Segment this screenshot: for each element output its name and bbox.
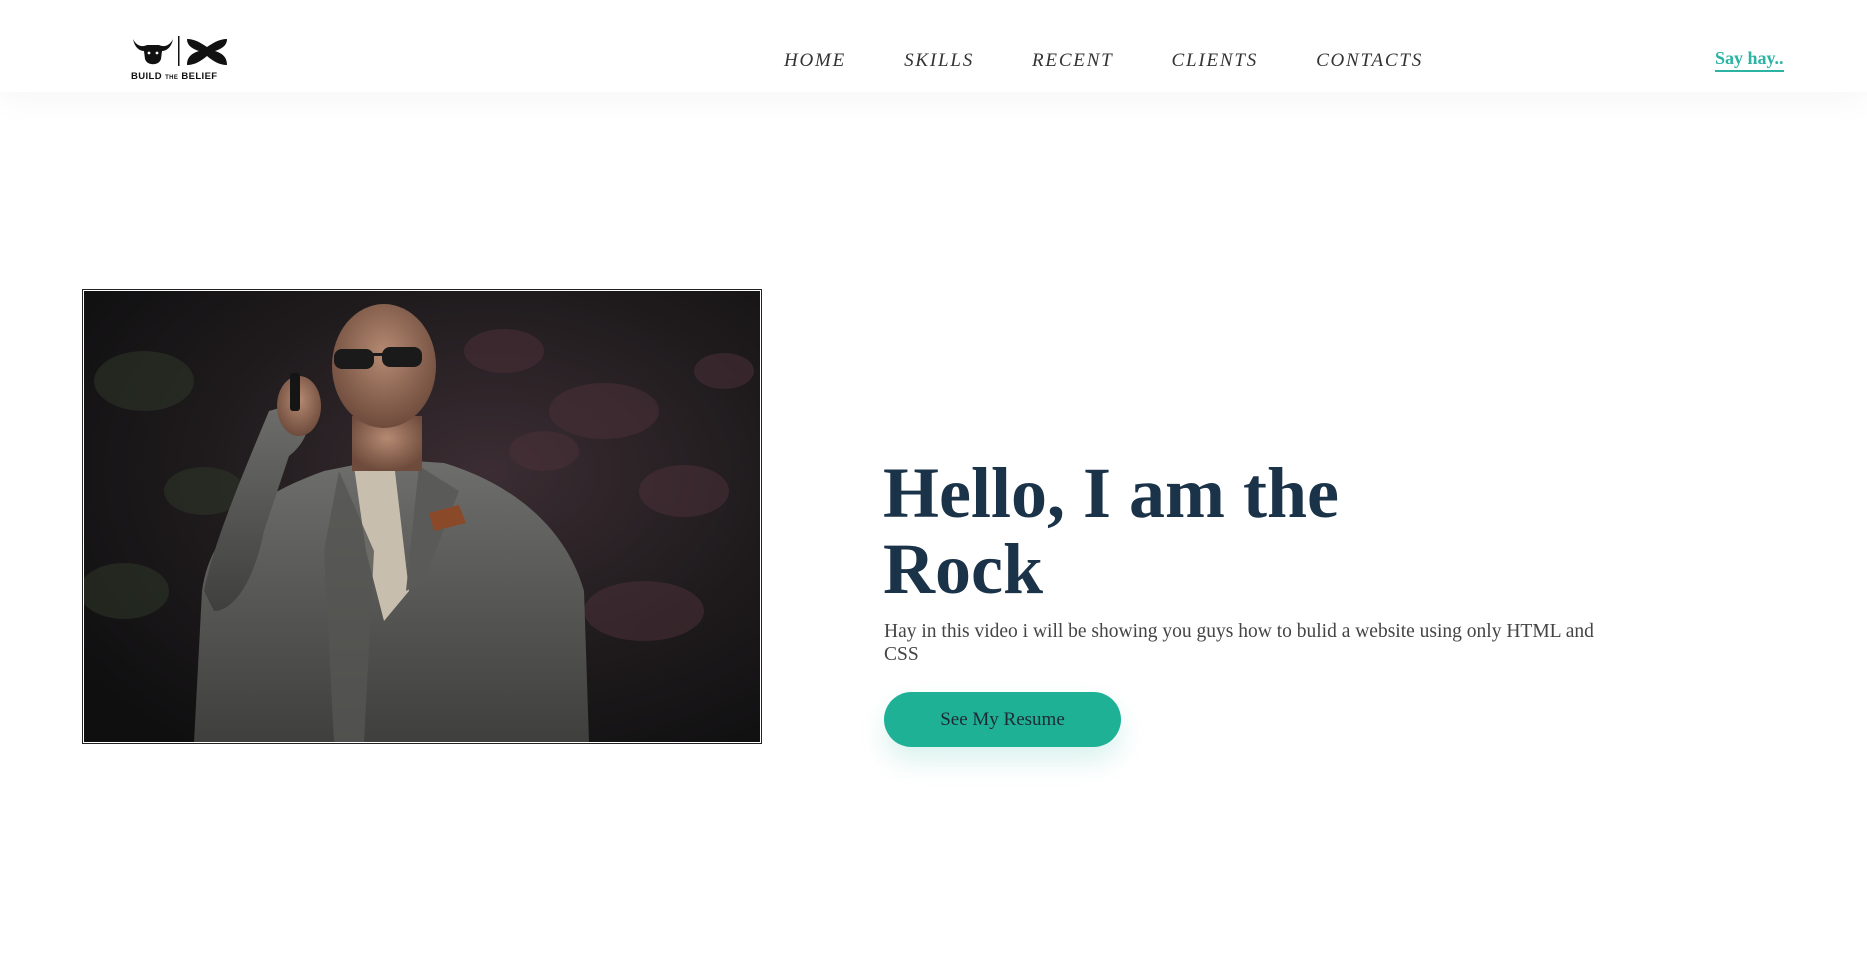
- main-nav: HOME SKILLS RECENT CLIENTS CONTACTS: [784, 50, 1481, 72]
- logo-tagline: BUILD THE BELIEF: [131, 71, 218, 82]
- nav-recent[interactable]: RECENT: [1032, 50, 1114, 72]
- nav-home[interactable]: HOME: [784, 50, 846, 72]
- nav-clients[interactable]: CLIENTS: [1172, 50, 1259, 72]
- hero-title-line-2: Rock: [883, 529, 1043, 609]
- portrait-image: [84, 291, 760, 742]
- logo[interactable]: BUILD THE BELIEF: [131, 33, 231, 85]
- see-resume-button[interactable]: See My Resume: [884, 692, 1121, 747]
- hero-description: Hay in this video i will be showing you …: [884, 621, 1594, 665]
- brand-mark-icon: [187, 39, 227, 65]
- hero-title-line-1: Hello, I am the: [883, 453, 1339, 533]
- nav-skills[interactable]: SKILLS: [904, 50, 974, 72]
- site-header: BUILD THE BELIEF HOME SKILLS RECENT CLIE…: [0, 0, 1867, 92]
- say-hay-link[interactable]: Say hay..: [1715, 48, 1784, 72]
- hero-title: Hello, I am the Rock: [883, 455, 1443, 607]
- nav-contacts[interactable]: CONTACTS: [1316, 50, 1423, 72]
- hero-photo: [82, 289, 762, 744]
